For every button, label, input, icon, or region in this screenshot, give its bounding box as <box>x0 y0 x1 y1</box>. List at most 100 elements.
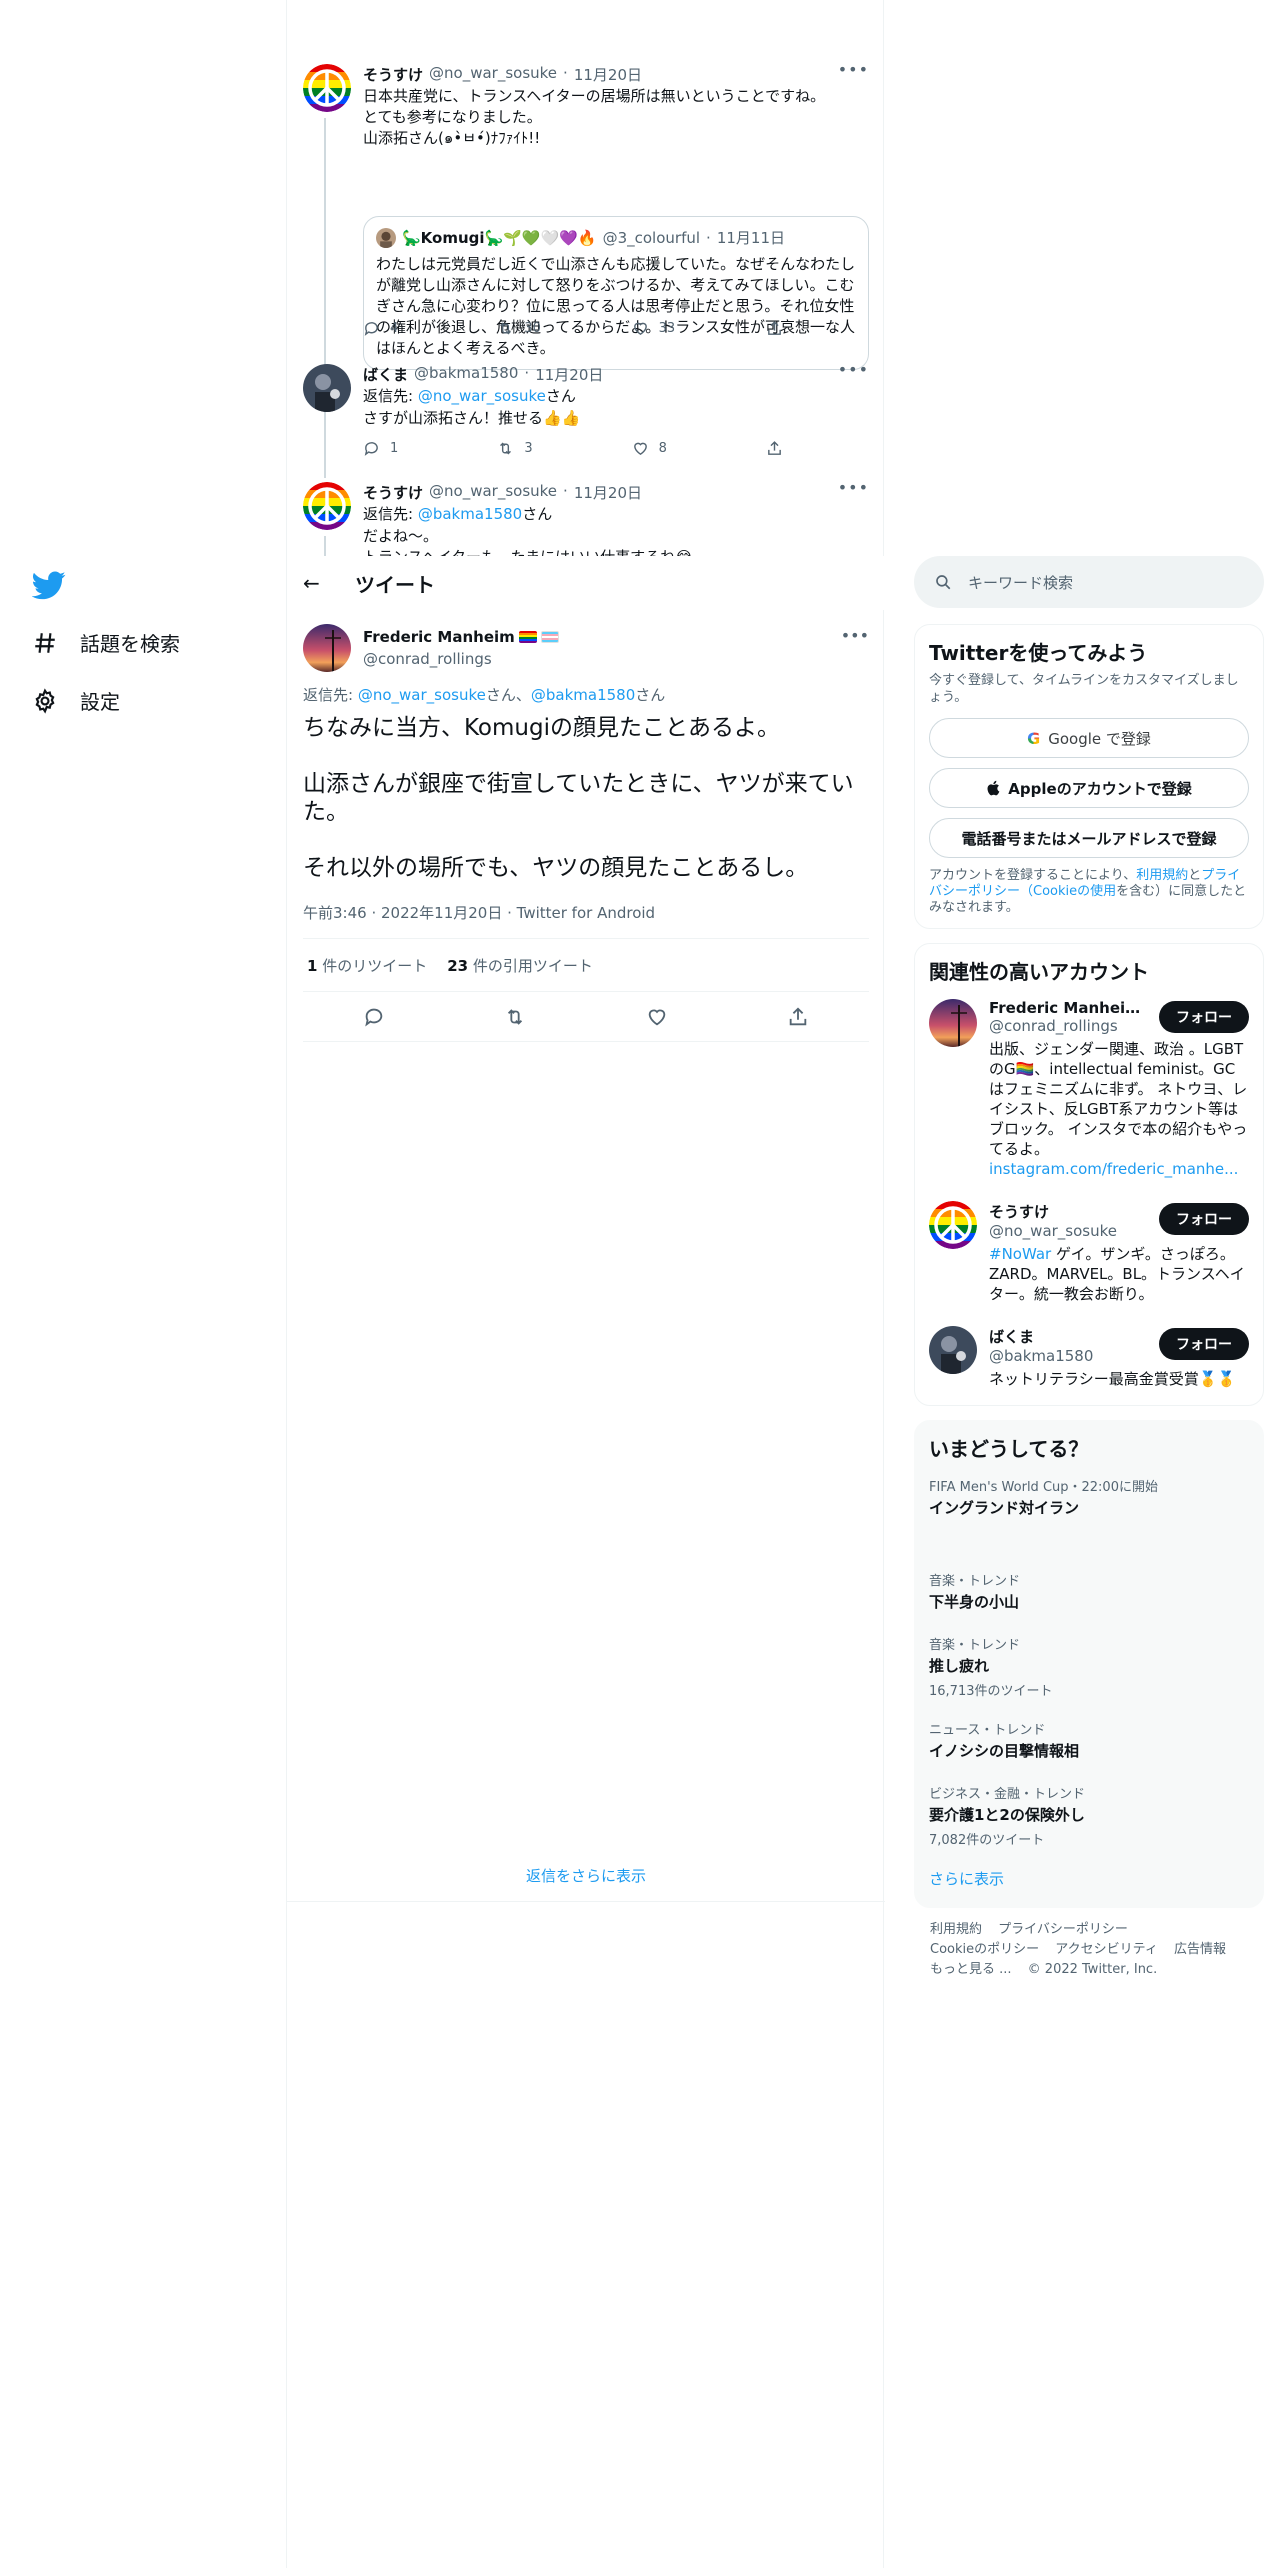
more-icon[interactable]: ••• <box>838 480 869 497</box>
author-handle[interactable]: @conrad_rollings <box>363 650 492 668</box>
reply-button[interactable]: 1 <box>363 440 453 457</box>
thread-tweet[interactable]: そうすけ @no_war_sosuke · 11月20日 ••• 返信先: @b… <box>287 480 885 556</box>
thread-tweet[interactable]: ばくま @bakma1580 · 11月20日 ••• 返信先: @no_war… <box>287 360 885 478</box>
avatar[interactable] <box>929 1201 977 1249</box>
twitter-bird-icon[interactable] <box>32 568 66 602</box>
footer-terms[interactable]: 利用規約 <box>930 1922 982 1937</box>
trend-item[interactable]: ニュース・トレンド イノシシの目撃情報相 <box>929 1719 1249 1761</box>
quote-text: わたしは元党員だし近くで山添さんも応援していた。なぜそんなわたしが離党し山添さん… <box>376 255 856 357</box>
thread-tweet[interactable]: そうすけ @no_war_sosuke · 11月20日 ••• 日本共産党に、… <box>287 56 885 418</box>
author-name[interactable]: そうすけ <box>363 482 423 503</box>
search-input[interactable]: キーワード検索 <box>968 572 1073 593</box>
retweet-button[interactable]: 3 <box>497 440 587 457</box>
avatar[interactable] <box>303 364 351 412</box>
reply-mention[interactable]: @bakma1580 <box>418 505 522 523</box>
show-more-replies-link[interactable]: 返信をさらに表示 <box>287 1850 885 1902</box>
account-bio: 出版、ジェンダー関連、政治 。LGBTのG🏳️‍🌈、intellectual f… <box>989 1040 1248 1178</box>
google-icon: G <box>1027 728 1041 748</box>
signup-desc: 今すぐ登録して、タイムラインをカスタマイズしましょう。 <box>929 673 1239 705</box>
signup-title: Twitterを使ってみよう <box>929 641 1148 665</box>
avatar[interactable] <box>303 64 351 112</box>
trends-show-more[interactable]: さらに表示 <box>929 1868 1249 1889</box>
trends-title: いまどうしてる？ <box>929 1437 1089 1461</box>
left-nav: 話題を検索 設定 <box>0 0 286 2568</box>
reply-button[interactable]: 4 <box>363 320 453 337</box>
footer-more[interactable]: もっと見る ... <box>930 1962 1012 1977</box>
reply-context: 返信先: @no_war_sosukeさん、@bakma1580さん <box>303 686 666 704</box>
reply-mention[interactable]: @no_war_sosuke <box>418 387 546 405</box>
retweet-button[interactable]: 30 <box>497 320 587 337</box>
heart-icon <box>633 442 647 456</box>
reply-icon[interactable] <box>363 1006 385 1028</box>
reply-mention[interactable]: @no_war_sosuke <box>358 686 486 704</box>
main-column: そうすけ @no_war_sosuke · 11月20日 ••• 日本共産党に、… <box>286 0 885 2568</box>
tweet-timestamp[interactable]: 午前3:46 · 2022年11月20日 · Twitter for Andro… <box>303 902 655 923</box>
heart-icon[interactable] <box>646 1006 668 1028</box>
nav-settings[interactable]: 設定 <box>32 686 120 715</box>
author-name[interactable]: そうすけ <box>363 64 423 85</box>
share-icon <box>768 321 781 335</box>
avatar[interactable] <box>303 482 351 530</box>
account-item[interactable]: ばくま @bakma1580 ネットリテラシー最高金賞受賞🥇🥇 フォロー <box>929 1326 1249 1389</box>
signup-legal: アカウントを登録することにより、利用規約とプライバシーポリシー（Cookieの使… <box>929 868 1247 915</box>
share-icon[interactable] <box>787 1006 809 1028</box>
like-button[interactable]: 33 <box>632 320 722 337</box>
account-bio: #NoWar ゲイ。ザンギ。さっぽろ。ZARD。MARVEL。BL。トランスヘイ… <box>989 1245 1245 1303</box>
search-box[interactable]: キーワード検索 <box>914 556 1264 608</box>
footer-cookie[interactable]: Cookieのポリシー <box>930 1942 1039 1957</box>
avatar[interactable] <box>929 1326 977 1374</box>
more-icon[interactable]: ••• <box>841 626 869 645</box>
reply-context: 返信先: @bakma1580さん <box>363 505 553 523</box>
author-name[interactable]: ばくま <box>363 364 408 385</box>
back-arrow-icon[interactable]: ← <box>287 571 343 595</box>
google-signup-button[interactable]: G Google で登録 <box>929 718 1249 758</box>
follow-button[interactable]: フォロー <box>1159 1203 1249 1235</box>
author-handle[interactable]: @no_war_sosuke <box>429 482 557 503</box>
footer-ads[interactable]: 広告情報 <box>1174 1942 1226 1957</box>
bio-hashtag[interactable]: #NoWar <box>989 1245 1051 1263</box>
follow-button[interactable]: フォロー <box>1159 1001 1249 1033</box>
trend-item[interactable]: ビジネス・金融・トレンド 要介護1と2の保険外し 7,082件のツイート <box>929 1783 1249 1848</box>
quoted-tweet[interactable]: 🦕Komugi🦕🌱💚🤍💜🔥 @3_colourful · 11月11日 わたしは… <box>363 216 869 370</box>
quotes-stat[interactable]: 23 件の引用ツイート <box>447 955 593 976</box>
bio-link[interactable]: instagram.com/frederic_manhe... <box>989 1160 1238 1178</box>
trend-item[interactable]: 音楽・トレンド 推し疲れ 16,713件のツイート <box>929 1634 1249 1699</box>
like-button[interactable]: 8 <box>632 440 722 457</box>
reply-mention[interactable]: @bakma1580 <box>531 686 635 704</box>
footer-accessibility[interactable]: アクセシビリティ <box>1055 1942 1158 1957</box>
tweet-actions: 4 30 33 <box>363 320 783 337</box>
share-button[interactable] <box>766 440 783 457</box>
author-name[interactable]: Frederic Manheim <box>363 628 559 646</box>
author-handle[interactable]: @bakma1580 <box>414 364 518 385</box>
hashtag-icon <box>35 632 55 653</box>
trend-item[interactable]: 音楽・トレンド 下半身の小山 <box>929 1570 1249 1612</box>
footer-privacy[interactable]: プライバシーポリシー <box>998 1922 1128 1937</box>
tweet-date[interactable]: 11月20日 <box>574 482 642 503</box>
retweets-stat[interactable]: 1 件のリツイート <box>307 955 427 976</box>
apple-signup-button[interactable]: Appleのアカウントで登録 <box>929 768 1249 808</box>
avatar[interactable] <box>303 624 351 672</box>
share-button[interactable] <box>766 320 783 337</box>
quote-date: 11月11日 <box>716 229 786 247</box>
nav-explore[interactable]: 話題を検索 <box>32 628 180 657</box>
tweet-stats: 1 件のリツイート 23 件の引用ツイート <box>303 938 869 992</box>
tweet-date[interactable]: 11月20日 <box>535 364 603 385</box>
author-handle[interactable]: @no_war_sosuke <box>429 64 557 85</box>
phone-email-signup-button[interactable]: 電話番号またはメールアドレスで登録 <box>929 818 1249 858</box>
reply-icon <box>364 442 378 456</box>
terms-link[interactable]: 利用規約 <box>1136 868 1188 883</box>
heart-icon <box>633 322 647 336</box>
account-item[interactable]: そうすけ @no_war_sosuke #NoWar ゲイ。ザンギ。さっぽろ。Z… <box>929 1201 1249 1304</box>
trend-item[interactable]: FIFA Men's World Cup・22:00に開始 イングランド対イラン <box>929 1476 1249 1518</box>
tweet-text: さすが山添拓さん！推せる👍👍 <box>363 409 581 427</box>
tweet-date[interactable]: 11月20日 <box>574 64 642 85</box>
account-item[interactable]: Frederic Manheim🏳️‍🌈... @conrad_rollings… <box>929 999 1249 1179</box>
follow-button[interactable]: フォロー <box>1159 1328 1249 1360</box>
more-icon[interactable]: ••• <box>838 360 869 379</box>
retweet-icon[interactable] <box>504 1006 526 1028</box>
rainbow-flag-icon <box>518 631 537 643</box>
more-icon[interactable]: ••• <box>838 60 869 79</box>
avatar[interactable] <box>929 999 977 1047</box>
reply-context: 返信先: @no_war_sosukeさん <box>363 387 576 405</box>
page-title: ツイート <box>355 572 435 597</box>
